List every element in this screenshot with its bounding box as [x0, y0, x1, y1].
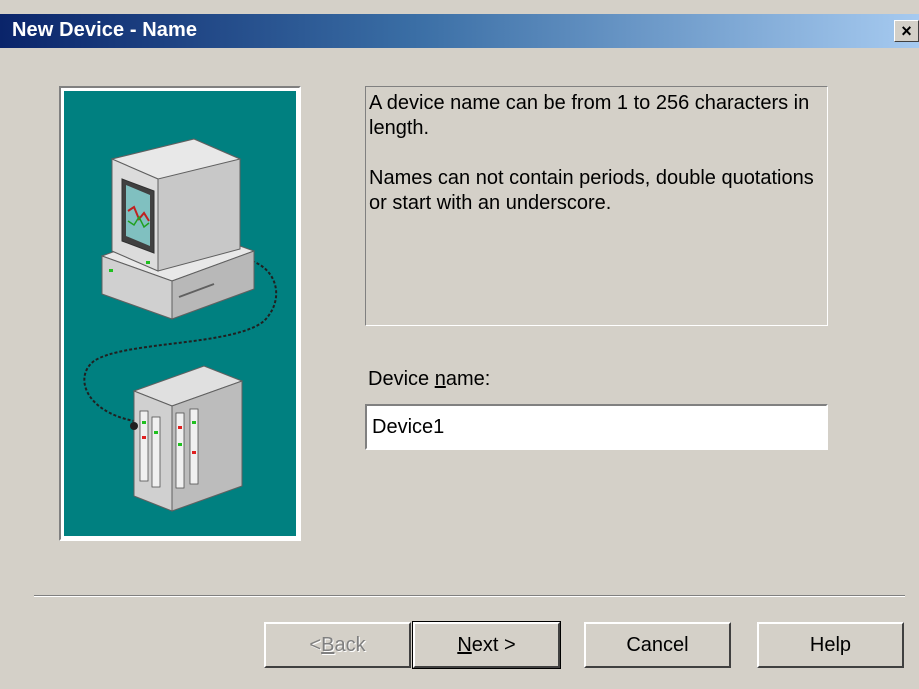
help-button[interactable]: Help: [757, 622, 904, 668]
back-button[interactable]: < Back: [264, 622, 411, 668]
new-device-name-dialog: New Device - Name × A device name can be…: [0, 0, 919, 689]
device-name-input[interactable]: [365, 404, 828, 450]
cancel-button[interactable]: Cancel: [584, 622, 731, 668]
close-button[interactable]: ×: [894, 20, 919, 42]
separator-line: [34, 595, 905, 597]
info-text-box: A device name can be from 1 to 256 chara…: [365, 86, 828, 326]
wizard-illustration-frame: [59, 86, 301, 541]
device-rack-icon: [130, 365, 244, 512]
info-paragraph-restrictions: Names can not contain periods, double qu…: [369, 167, 814, 214]
info-paragraph-length: A device name can be from 1 to 256 chara…: [369, 92, 810, 139]
next-button[interactable]: Next >: [412, 621, 561, 669]
window-title: New Device - Name: [12, 19, 198, 41]
close-icon: ×: [901, 21, 912, 41]
wizard-illustration: [64, 91, 296, 536]
title-bar[interactable]: New Device - Name ×: [0, 14, 919, 48]
device-name-label: Device name:: [368, 368, 491, 390]
computer-monitor-icon: [100, 138, 256, 320]
illustration-graphic: [83, 138, 278, 512]
